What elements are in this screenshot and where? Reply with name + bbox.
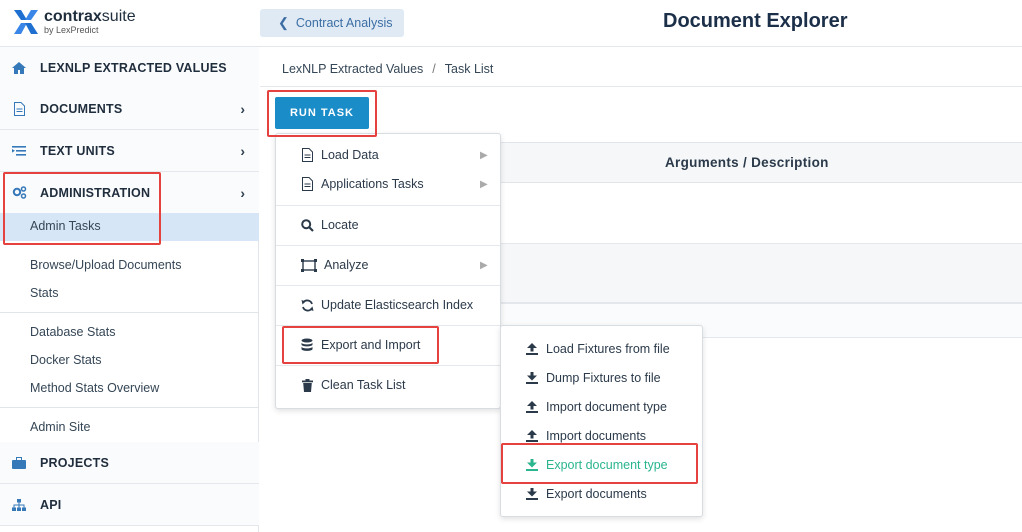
table-row	[500, 243, 1022, 303]
upload-icon	[525, 429, 539, 443]
menu-separator	[276, 245, 500, 246]
download-icon	[525, 371, 539, 385]
export-import-submenu: Load Fixtures from file Dump Fixtures to…	[500, 325, 703, 517]
sidebar-item-label: PROJECTS	[40, 455, 109, 470]
sidebar-subitem-stats[interactable]: Stats	[30, 286, 59, 300]
chevron-left-icon: ❮	[278, 15, 289, 30]
menu-item-label: Clean Task List	[321, 378, 406, 392]
highlight-administration-box	[3, 172, 161, 245]
upload-icon	[525, 400, 539, 414]
top-bar: contraxsuite by LexPredict ❮ Contract An…	[0, 0, 1022, 47]
sidebar-item-documents[interactable]: DOCUMENTS ›	[0, 88, 259, 130]
back-button-label: Contract Analysis	[295, 16, 393, 30]
download-icon	[525, 487, 539, 501]
home-icon	[11, 61, 27, 75]
chevron-right-icon: ›	[240, 184, 245, 201]
menu-item-label: Import documents	[546, 429, 647, 443]
menu-item-label: Applications Tasks	[321, 177, 424, 191]
menu-separator	[276, 365, 500, 366]
page-title: Document Explorer	[663, 10, 848, 32]
list-icon	[11, 144, 27, 158]
menu-item-label: Dump Fixtures to file	[546, 371, 661, 385]
menu-item-analyze[interactable]: Analyze ▶	[300, 258, 500, 272]
sidebar-item-lexnlp-extracted-values[interactable]: LEXNLP EXTRACTED VALUES	[0, 47, 259, 89]
menu-item-label: Import document type	[546, 400, 667, 414]
back-to-contract-analysis-button[interactable]: ❮ Contract Analysis	[260, 9, 404, 37]
logo-suffix: suite	[101, 8, 136, 25]
menu-item-export-documents[interactable]: Export documents	[525, 487, 700, 501]
menu-item-load-data[interactable]: Load Data ▶	[300, 148, 500, 162]
breadcrumb-current: Task List	[444, 62, 494, 76]
menu-separator	[276, 285, 500, 286]
caret-right-icon: ▶	[480, 178, 488, 190]
column-header-arguments-description: Arguments / Description	[665, 155, 829, 170]
sidebar-subitem-docker-stats[interactable]: Docker Stats	[30, 353, 102, 367]
task-table-header: Arguments / Description	[500, 142, 1022, 183]
sidebar-item-label: API	[40, 497, 62, 512]
menu-item-dump-fixtures-to-file[interactable]: Dump Fixtures to file	[525, 371, 700, 385]
logo-brand: contrax	[44, 8, 102, 25]
menu-separator	[276, 205, 500, 206]
highlight-export-document-type-box	[501, 443, 698, 484]
caret-right-icon: ▶	[480, 259, 488, 271]
sitemap-icon	[11, 498, 27, 512]
sidebar-subitem-browse-upload-documents[interactable]: Browse/Upload Documents	[30, 258, 181, 272]
document-icon	[300, 148, 314, 162]
sidebar-item-label: TEXT UNITS	[40, 143, 115, 158]
menu-item-load-fixtures-from-file[interactable]: Load Fixtures from file	[525, 342, 700, 356]
refresh-icon	[300, 298, 314, 312]
menu-item-label: Locate	[321, 218, 359, 232]
menu-item-label: Load Fixtures from file	[546, 342, 670, 356]
highlight-export-import-box	[282, 326, 439, 364]
sidebar-subitem-admin-site[interactable]: Admin Site	[30, 420, 90, 434]
menu-item-label: Update Elasticsearch Index	[321, 298, 474, 312]
menu-item-import-documents[interactable]: Import documents	[525, 429, 700, 443]
highlight-run-task-box	[267, 90, 377, 137]
menu-item-clean-task-list[interactable]: Clean Task List	[300, 378, 500, 392]
sidebar-item-projects[interactable]: PROJECTS	[0, 442, 259, 484]
sidebar-divider	[0, 407, 259, 408]
chevron-right-icon: ›	[240, 142, 245, 159]
chevron-right-icon: ›	[240, 100, 245, 117]
analyze-icon	[300, 258, 317, 272]
caret-right-icon: ▶	[480, 149, 488, 161]
menu-item-applications-tasks[interactable]: Applications Tasks ▶	[300, 177, 500, 191]
menu-item-label: Export documents	[546, 487, 647, 501]
contraxsuite-logo[interactable]: contraxsuite by LexPredict	[14, 8, 136, 36]
search-icon	[300, 218, 314, 232]
run-task-menu: Load Data ▶ Applications Tasks ▶ Locate …	[275, 133, 501, 409]
sidebar-divider	[0, 312, 259, 313]
logo-byline: by LexPredict	[44, 25, 99, 35]
menu-item-update-elasticsearch-index[interactable]: Update Elasticsearch Index	[300, 298, 500, 312]
briefcase-icon	[11, 456, 27, 470]
breadcrumb: LexNLP Extracted Values / Task List	[282, 62, 493, 76]
sidebar-item-api[interactable]: API	[0, 484, 259, 526]
menu-item-locate[interactable]: Locate	[300, 218, 500, 232]
menu-item-label: Analyze	[324, 258, 369, 272]
document-icon	[300, 177, 314, 191]
breadcrumb-root-link[interactable]: LexNLP Extracted Values	[282, 62, 423, 76]
document-icon	[11, 101, 27, 116]
menu-item-import-document-type[interactable]: Import document type	[525, 400, 700, 414]
sidebar: LEXNLP EXTRACTED VALUES DOCUMENTS › TEXT…	[0, 47, 259, 532]
sidebar-item-label: LEXNLP EXTRACTED VALUES	[40, 60, 227, 75]
content-divider	[260, 86, 1022, 87]
trash-icon	[300, 378, 314, 392]
sidebar-item-text-units[interactable]: TEXT UNITS ›	[0, 130, 259, 172]
sidebar-item-label: DOCUMENTS	[40, 101, 123, 116]
logo-x-icon	[14, 8, 38, 36]
menu-item-label: Load Data	[321, 148, 379, 162]
breadcrumb-separator: /	[432, 62, 436, 76]
sidebar-subitem-method-stats-overview[interactable]: Method Stats Overview	[30, 381, 159, 395]
sidebar-subitem-database-stats[interactable]: Database Stats	[30, 325, 115, 339]
upload-icon	[525, 342, 539, 356]
